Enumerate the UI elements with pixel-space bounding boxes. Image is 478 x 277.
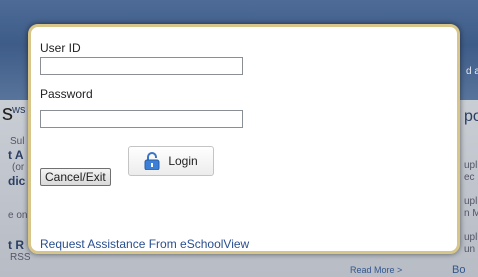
backdrop-text: upl bbox=[464, 196, 478, 207]
backdrop-text: po bbox=[464, 108, 478, 125]
login-dialog: User ID Password Cancel/Exit Login Reque… bbox=[28, 24, 460, 254]
backdrop-text: un bbox=[464, 244, 476, 255]
lock-icon bbox=[144, 152, 160, 171]
backdrop-text: t A bbox=[8, 148, 24, 162]
backdrop-text: RSS bbox=[10, 252, 31, 263]
backdrop-text: n M bbox=[464, 208, 478, 219]
user-id-input[interactable] bbox=[40, 57, 243, 75]
user-id-label: User ID bbox=[40, 41, 81, 55]
login-button-label: Login bbox=[168, 154, 198, 168]
password-input[interactable] bbox=[40, 110, 243, 128]
backdrop-text: d a bbox=[466, 66, 478, 77]
backdrop-text: dic bbox=[8, 174, 26, 188]
backdrop-text: ws bbox=[12, 104, 26, 116]
backdrop-text: Bo bbox=[452, 264, 466, 276]
backdrop-read-more: Read More > bbox=[350, 265, 403, 275]
backdrop-text: Sul bbox=[10, 136, 25, 147]
backdrop-text: e on bbox=[8, 210, 28, 221]
backdrop-text: upl bbox=[464, 232, 478, 243]
cancel-exit-button[interactable]: Cancel/Exit bbox=[40, 168, 111, 186]
request-assistance-link[interactable]: Request Assistance From eSchoolView bbox=[40, 237, 249, 251]
login-button[interactable]: Login bbox=[128, 146, 214, 176]
password-label: Password bbox=[40, 87, 93, 101]
backdrop-text: ec bbox=[464, 172, 475, 183]
backdrop-text: t R bbox=[8, 238, 24, 252]
backdrop-text: (or bbox=[12, 162, 25, 173]
backdrop-text: upl bbox=[464, 160, 478, 171]
